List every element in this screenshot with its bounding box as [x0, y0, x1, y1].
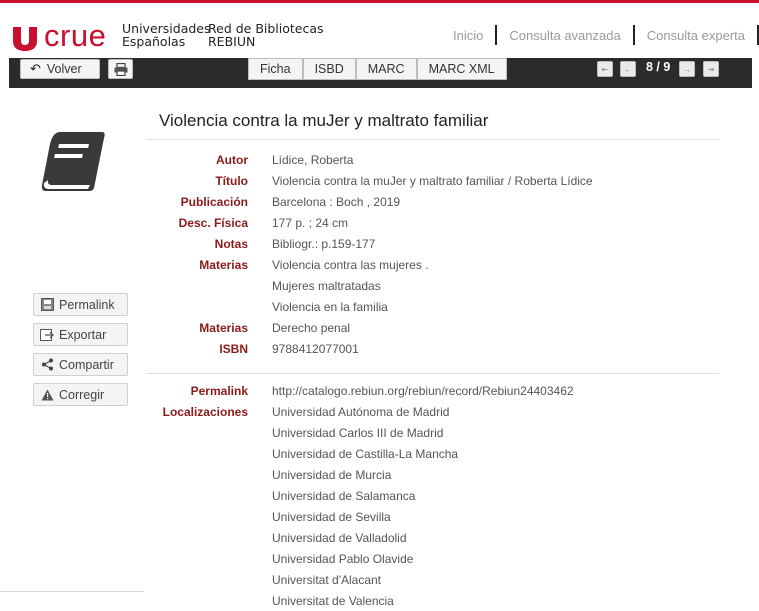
- location-item[interactable]: Universidad Pablo Olavide: [272, 552, 413, 566]
- permalink-button[interactable]: Permalink: [33, 293, 128, 316]
- field-label-isbn: ISBN: [219, 342, 248, 356]
- share-icon: [40, 358, 54, 372]
- field-label-titulo: Título: [215, 174, 248, 188]
- pager-next-button[interactable]: →: [679, 61, 695, 77]
- top-nav: Inicio Consulta avanzada Consulta expert…: [441, 25, 759, 45]
- permalink-field-label: Permalink: [190, 384, 248, 398]
- permalink-icon: [40, 298, 54, 312]
- tab-isbd[interactable]: ISBD: [302, 58, 356, 80]
- nav-inicio[interactable]: Inicio: [441, 28, 495, 43]
- permalink-url[interactable]: http://catalogo.rebiun.org/rebiun/record…: [272, 384, 574, 398]
- field-label-publicacion: Publicación: [180, 195, 248, 209]
- location-item[interactable]: Universidad Autónoma de Madrid: [272, 405, 449, 419]
- pager-prev-button[interactable]: ←: [620, 61, 636, 77]
- share-label: Compartir: [59, 357, 114, 372]
- pager-count: 8 / 9: [646, 60, 671, 74]
- field-value-titulo: Violencia contra la muJer y maltrato fam…: [272, 174, 593, 188]
- undo-arrow-icon: ↶: [30, 61, 41, 76]
- location-item[interactable]: Universitat d'Alacant: [272, 573, 381, 587]
- record-title: Violencia contra la muJer y maltrato fam…: [159, 111, 489, 130]
- crue-logo-icon: [13, 27, 37, 51]
- location-item[interactable]: Universidad de Valladolid: [272, 531, 407, 545]
- pager-first-button[interactable]: ⇤: [597, 61, 613, 77]
- field-label-materias-2: Materias: [199, 321, 248, 335]
- field-value-isbn: 9788412077001: [272, 342, 359, 356]
- field-value-notas: Bibliogr.: p.159-177: [272, 237, 376, 251]
- field-value-materias-4[interactable]: Derecho penal: [272, 321, 350, 335]
- tab-marc[interactable]: MARC: [355, 58, 417, 80]
- back-button[interactable]: ↶ Volver: [20, 59, 100, 79]
- sidebar-bottom-divider: [0, 591, 144, 592]
- logo-subtitle-rebiun: Red de Bibliotecas REBIUN: [208, 21, 324, 49]
- first-page-icon: ⇤: [601, 64, 609, 74]
- locations-label: Localizaciones: [162, 405, 248, 419]
- location-item[interactable]: Universidad de Sevilla: [272, 510, 391, 524]
- field-value-autor: Lídice, Roberta: [272, 153, 354, 167]
- field-value-materias-1[interactable]: Violencia contra las mujeres .: [272, 258, 429, 272]
- tab-marc-xml[interactable]: MARC XML: [416, 58, 507, 80]
- section-divider: [146, 373, 719, 374]
- view-tabs: Ficha ISBD MARC MARC XML: [248, 58, 507, 80]
- field-value-materias-3[interactable]: Violencia en la familia: [272, 300, 388, 314]
- location-item[interactable]: Universitat de Valencia: [272, 594, 394, 608]
- last-page-icon: ⇥: [707, 64, 715, 74]
- logo-subtitle-universidades: Universidades Españolas: [122, 21, 211, 49]
- field-value-desc-fisica: 177 p. ; 24 cm: [272, 216, 349, 230]
- next-arrow-icon: →: [683, 64, 691, 74]
- back-button-label: Volver: [46, 62, 82, 76]
- share-button[interactable]: Compartir: [33, 353, 128, 376]
- location-item[interactable]: Universidad Carlos III de Madrid: [272, 426, 443, 440]
- field-value-materias-2[interactable]: Mujeres maltratadas: [272, 279, 381, 293]
- field-label-materias: Materias: [199, 258, 248, 272]
- print-button[interactable]: [108, 59, 133, 79]
- site-header: crue Universidades Españolas Red de Bibl…: [0, 3, 759, 58]
- location-item[interactable]: Universidad de Murcia: [272, 468, 391, 482]
- nav-consulta-experta[interactable]: Consulta experta: [635, 28, 757, 43]
- field-label-desc-fisica: Desc. Física: [178, 216, 248, 230]
- logo-text: crue: [44, 18, 107, 53]
- pager-last-button[interactable]: ⇥: [703, 61, 719, 77]
- record-toolbar: ↶ Volver Ficha ISBD MARC MARC XML ⇤ ← 8 …: [9, 58, 752, 88]
- printer-icon: [114, 62, 127, 76]
- location-item[interactable]: Universidad de Salamanca: [272, 489, 415, 503]
- field-value-publicacion: Barcelona : Boch , 2019: [272, 195, 401, 209]
- prev-arrow-icon: ←: [624, 64, 632, 74]
- field-label-autor: Autor: [216, 153, 248, 167]
- field-label-notas: Notas: [214, 237, 248, 251]
- location-item[interactable]: Universidad de Castilla-La Mancha: [272, 447, 458, 461]
- nav-consulta-avanzada[interactable]: Consulta avanzada: [497, 28, 632, 43]
- title-divider: [146, 139, 719, 140]
- permalink-label: Permalink: [59, 297, 115, 312]
- tab-ficha[interactable]: Ficha: [248, 58, 303, 80]
